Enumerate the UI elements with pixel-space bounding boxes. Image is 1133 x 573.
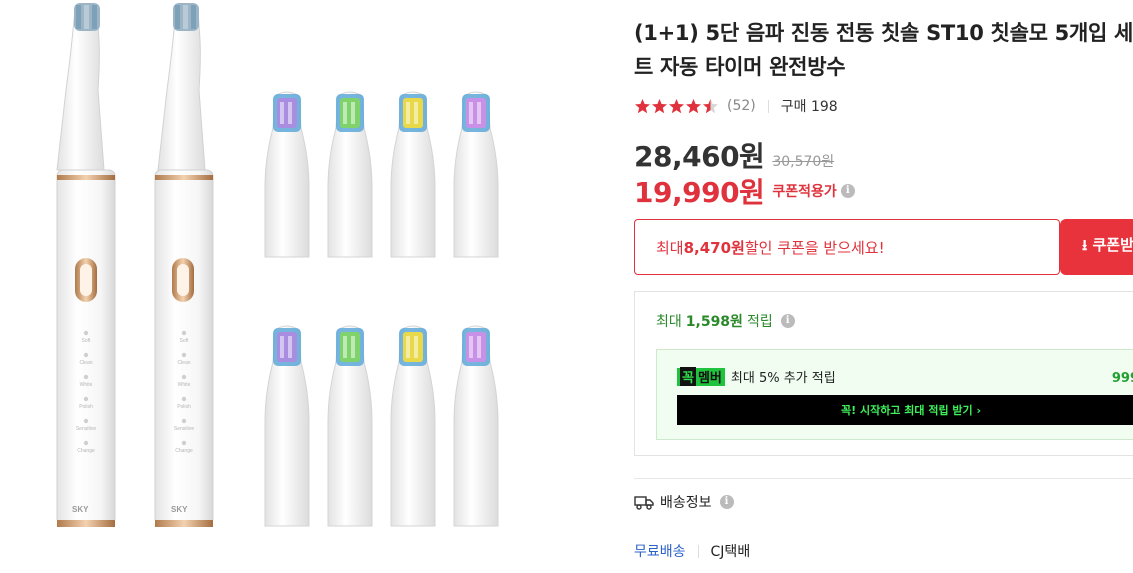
points-box: 최대 1,598원 적립 i 꼭멤버 최대 5% 추가 적립 999원 꼭! 시… [634,291,1133,456]
membership-start-button[interactable]: 꼭! 시작하고 최대 적립 받기 › [677,395,1133,425]
coupon-banner[interactable]: 최대 8,470원 할인 쿠폰을 받으세요! [634,219,1060,275]
info-icon[interactable]: i [840,184,855,198]
membership-amount: 999원 [1111,371,1133,386]
star-icon [635,98,650,113]
star-icon [686,98,701,113]
mode-label: Sensitive [76,426,97,432]
review-count-link[interactable]: (52) [727,98,756,114]
star-icon [703,98,718,113]
points-prefix: 최대 [656,314,682,330]
divider [634,478,1133,479]
mode-indicator-dot [181,330,187,336]
mode-label: Sensitive [174,426,195,432]
replacement-head [327,91,373,258]
coupon-price-row: 19,990원 쿠폰적용가 i [634,171,855,211]
mode-label: White [178,382,191,388]
star-icon [669,98,684,113]
rating-stars[interactable] [634,98,719,115]
replacement-head [390,91,436,258]
replacement-head [327,325,373,527]
coupon-prefix: 최대 [656,238,684,257]
mode-indicator-dot [181,396,187,402]
replacement-head [453,91,499,258]
coupon-price: 19,990원 [634,176,765,209]
free-shipping: 무료배송 [634,544,686,560]
points-suffix: 적립 [746,314,773,330]
mode-label: Polish [177,404,191,410]
divider [697,544,699,558]
product-title: (1+1) 5단 음파 진동 전동 칫솔 ST10 칫솔모 5개입 세트 자동 … [634,21,1133,79]
coupon-price-label: 쿠폰적용가 [772,184,837,200]
replacement-head [264,91,310,258]
replacement-head [453,325,499,527]
mode-indicator-dot [83,418,89,424]
mode-indicator-dot [181,352,187,358]
mode-indicator-dot [181,418,187,424]
star-icon [652,98,667,113]
coupon-suffix: 할인 쿠폰을 받으세요! [744,238,885,257]
mode-label: Soft [82,338,92,344]
kkok-member-logo: 꼭 멤버 [677,367,725,386]
replacement-head [390,325,436,527]
mode-label: Clean [79,360,92,366]
info-icon[interactable]: i [719,495,734,509]
rating-row: (52) 구매 198 [634,95,838,117]
membership-promo: 꼭멤버 최대 5% 추가 적립 999원 꼭! 시작하고 최대 적립 받기 › [656,349,1133,440]
download-coupon-label: ⭳ 쿠폰받기 [1082,236,1133,254]
shipping-detail: 무료배송 CJ택배 [634,541,750,561]
price-row: 28,460원 30,570원 [634,135,834,175]
membership-text: 최대 5% 추가 적립 [730,371,836,386]
coupon-amount: 8,470원 [683,238,745,257]
mode-label: Clean [177,360,190,366]
mode-indicator-dot [83,440,89,446]
shipping-label: 배송정보 [660,495,712,511]
mode-indicator-dot [83,352,89,358]
points-title: 최대 1,598원 적립 i [656,311,795,331]
mode-label: Polish [79,404,93,410]
purchase-count: 구매 198 [780,99,838,115]
truck-icon [634,496,654,510]
mode-indicator-dot [83,374,89,380]
brand-mark-2: SKY [171,505,188,514]
download-coupon-button[interactable]: ⭳ 쿠폰받기 [1060,219,1133,275]
membership-row: 꼭멤버 최대 5% 추가 적립 999원 [677,367,1133,386]
product-info-panel: (1+1) 5단 음파 진동 전동 칫솔 ST10 칫솔모 5개입 세트 자동 … [634,0,1133,573]
replacement-head [264,325,310,527]
mode-indicator-dot [181,374,187,380]
product-image[interactable]: SKY SKY Soft Clean White Polish Sensitive Cha… [0,0,600,573]
mode-indicator-dot [83,330,89,336]
info-icon[interactable]: i [780,314,795,328]
mode-label: Change [175,448,193,454]
toothbrush-set-illustration: SKY SKY Soft Clean White Polish Sensitive Cha… [56,3,499,527]
sale-price: 28,460원 [634,140,765,173]
mode-indicator-dot [83,396,89,402]
replacement-heads [264,91,499,527]
mode-label: White [80,382,93,388]
mode-label: Soft [180,338,190,344]
mode-indicator-dot [181,440,187,446]
divider [767,99,769,113]
original-price: 30,570원 [772,154,835,170]
brand-mark-1: SKY [72,505,89,514]
shipping-info-header: 배송정보 i [634,492,734,512]
points-amount: 1,598원 [685,314,743,330]
mode-label: Change [77,448,95,454]
shipping-carrier: CJ택배 [710,544,751,560]
